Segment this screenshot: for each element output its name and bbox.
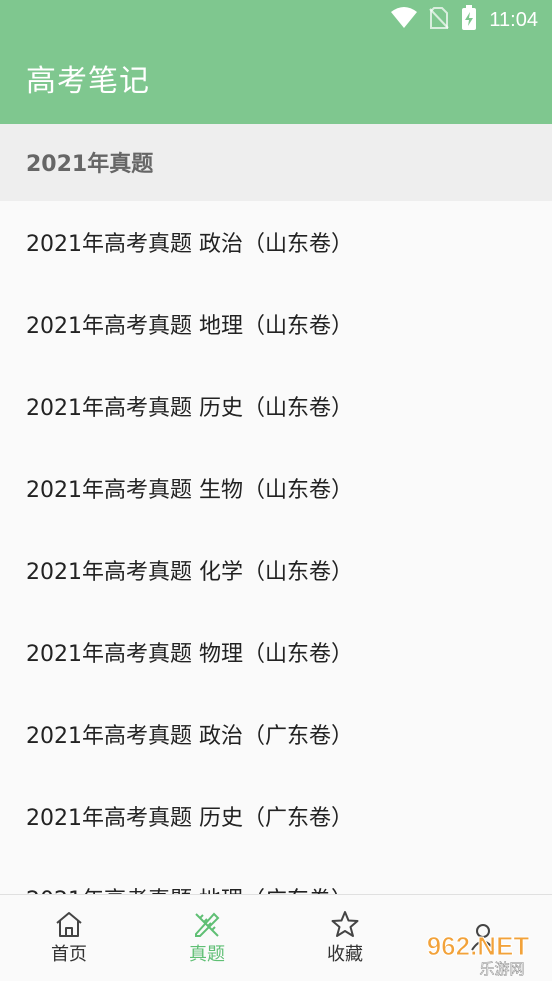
question-list: 2021年高考真题 政治（山东卷） 2021年高考真题 地理（山东卷） 2021… (0, 201, 552, 894)
app-title: 高考笔记 (26, 64, 150, 99)
watermark-logo: 962.NET 乐游网 (414, 925, 542, 979)
tab-label: 真题 (189, 944, 225, 965)
battery-charging-icon (461, 5, 477, 35)
watermark-sub: 乐游网 (479, 960, 524, 977)
list-item[interactable]: 2021年高考真题 历史（山东卷） (0, 365, 552, 447)
app-header: 11:04 高考笔记 (0, 0, 552, 124)
home-icon (54, 910, 84, 938)
list-item[interactable]: 2021年高考真题 地理（山东卷） (0, 283, 552, 365)
list-item[interactable]: 2021年高考真题 物理（山东卷） (0, 611, 552, 693)
star-icon (330, 910, 360, 938)
list-item[interactable]: 2021年高考真题 政治（广东卷） (0, 693, 552, 775)
wifi-icon (391, 7, 418, 33)
section-header: 2021年真题 (0, 124, 552, 201)
list-item[interactable]: 2021年高考真题 历史（广东卷） (0, 775, 552, 857)
tab-favorites[interactable]: 收藏 (276, 895, 414, 981)
status-time: 11:04 (489, 8, 538, 31)
status-bar: 11:04 (0, 0, 552, 40)
watermark-brand: 962.NET (427, 931, 530, 961)
list-item[interactable]: 2021年高考真题 生物（山东卷） (0, 447, 552, 529)
no-sim-icon (429, 6, 450, 34)
section-title: 2021年真题 (26, 152, 154, 177)
list-item[interactable]: 2021年高考真题 政治（山东卷） (0, 201, 552, 283)
tab-questions[interactable]: 真题 (138, 895, 276, 981)
list-item[interactable]: 2021年高考真题 地理（广东卷） (0, 857, 552, 894)
pencil-ruler-icon (192, 910, 222, 938)
tab-label: 收藏 (327, 944, 363, 965)
tab-label: 首页 (51, 944, 87, 965)
list-item[interactable]: 2021年高考真题 化学（山东卷） (0, 529, 552, 611)
tab-home[interactable]: 首页 (0, 895, 138, 981)
